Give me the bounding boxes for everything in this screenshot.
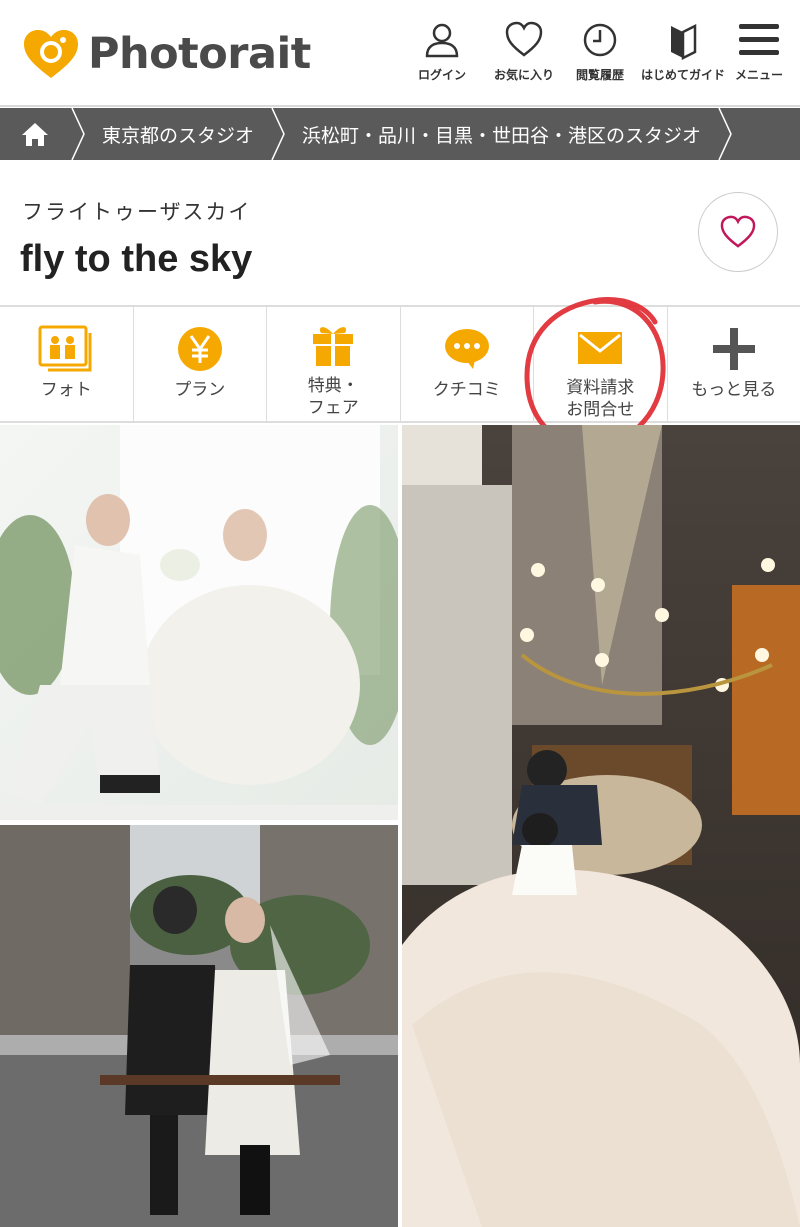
- site-header: Photorait ログイン お気に入り 閲覧履歴 はじめてガイド メニュー: [0, 0, 800, 107]
- tab-more-label: もっと見る: [691, 380, 777, 400]
- favorite-button[interactable]: [698, 192, 778, 272]
- mail-icon: [577, 325, 623, 371]
- tab-benefits-label: 特典・ フェア: [307, 376, 359, 418]
- user-icon: [425, 23, 459, 58]
- breadcrumb-home[interactable]: [0, 108, 70, 160]
- breadcrumb: 東京都のスタジオ 浜松町・品川・目黒・世田谷・港区のスタジオ: [0, 108, 800, 160]
- tab-reviews[interactable]: クチコミ: [401, 307, 534, 421]
- header-divider: [0, 105, 800, 107]
- yen-icon: [177, 325, 223, 373]
- heart-icon: [505, 21, 543, 57]
- nav-favorites-label: お気に入り: [493, 68, 554, 82]
- logo-heart-icon: [22, 28, 80, 80]
- nav-favorites[interactable]: お気に入り: [490, 20, 558, 83]
- heart-outline-icon: [720, 215, 756, 248]
- logo-text: Photorait: [88, 29, 311, 79]
- tab-plan[interactable]: プラン: [134, 307, 267, 421]
- nav-guide[interactable]: はじめてガイド: [641, 20, 726, 83]
- tab-inquiry[interactable]: 資料請求 お問合せ: [534, 307, 668, 421]
- nav-menu[interactable]: メニュー: [732, 20, 786, 83]
- tab-more[interactable]: もっと見る: [668, 307, 800, 421]
- tab-reviews-label: クチコミ: [432, 380, 501, 400]
- photorait-logo[interactable]: Photorait: [22, 28, 311, 80]
- header-nav: ログイン お気に入り 閲覧履歴 はじめてガイド メニュー: [414, 20, 786, 83]
- nav-history[interactable]: 閲覧履歴: [572, 20, 628, 83]
- nav-login-label: ログイン: [417, 68, 466, 82]
- tab-photo[interactable]: フォト: [0, 307, 134, 421]
- breadcrumb-separator: [71, 108, 85, 160]
- clock-icon: [583, 23, 617, 57]
- beginner-icon: [671, 23, 697, 60]
- studio-title-area: フライトゥーザスカイ fly to the sky: [0, 160, 800, 305]
- gallery-photo-proposal[interactable]: [0, 425, 398, 820]
- nav-login[interactable]: ログイン: [414, 20, 470, 83]
- tab-inquiry-label: 資料請求 お問合せ: [566, 378, 635, 420]
- nav-history-label: 閲覧履歴: [575, 68, 624, 82]
- menu-icon: [739, 24, 779, 55]
- studio-tabs: フォト プラン 特典・ フェア クチコミ 資料請求 お問合せ もっと見る: [0, 305, 800, 423]
- gallery-photo-chandelier[interactable]: [402, 425, 800, 1227]
- gallery-photo-street[interactable]: [0, 825, 398, 1227]
- studio-name: fly to the sky: [20, 238, 253, 280]
- chat-icon: [443, 325, 491, 373]
- nav-guide-label: はじめてガイド: [641, 68, 726, 82]
- breadcrumb-separator: [718, 108, 732, 160]
- nav-menu-label: メニュー: [734, 68, 783, 82]
- gift-icon: [311, 321, 355, 369]
- studio-kana: フライトゥーザスカイ: [22, 200, 252, 224]
- tab-benefits-fair[interactable]: 特典・ フェア: [267, 307, 401, 421]
- photo-icon: [38, 325, 94, 373]
- breadcrumb-separator: [271, 108, 285, 160]
- breadcrumb-item-area[interactable]: 浜松町・品川・目黒・世田谷・港区のスタジオ: [286, 108, 717, 160]
- tab-photo-label: フォト: [40, 380, 92, 400]
- plus-icon: [711, 325, 757, 373]
- tab-plan-label: プラン: [174, 380, 226, 400]
- home-icon: [22, 123, 48, 146]
- breadcrumb-item-tokyo[interactable]: 東京都のスタジオ: [86, 108, 270, 160]
